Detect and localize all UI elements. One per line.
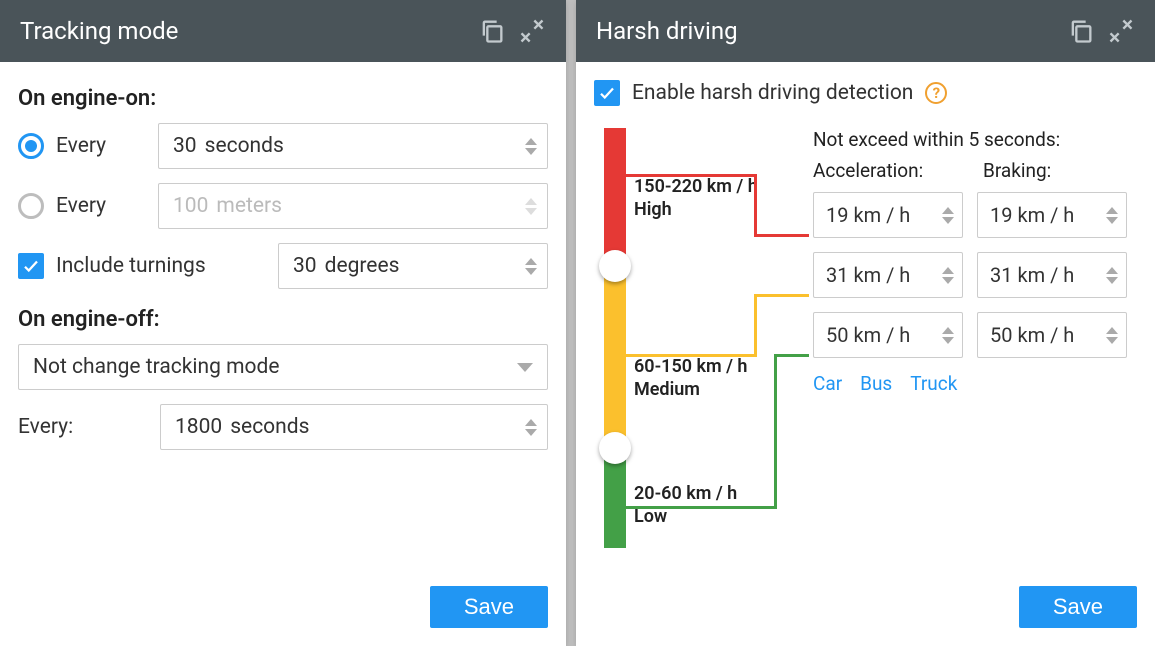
row-medium: 31 km / h 31 km / h xyxy=(813,252,1137,298)
tracking-title: Tracking mode xyxy=(20,17,466,45)
seconds-input[interactable]: 30 seconds xyxy=(158,123,548,169)
harsh-title: Harsh driving xyxy=(596,17,1055,45)
brake-medium-input[interactable]: 31 km / h xyxy=(977,252,1127,298)
copy-icon[interactable] xyxy=(478,17,506,45)
slider-seg-medium xyxy=(604,266,626,448)
meters-input: 100 meters xyxy=(158,183,548,229)
slider-handle-med-low[interactable] xyxy=(599,432,631,464)
harsh-save-button[interactable]: Save xyxy=(1019,586,1137,628)
connector-low-top xyxy=(626,506,776,509)
every-seconds-label: Every xyxy=(56,134,146,158)
accel-high-input[interactable]: 19 km / h xyxy=(813,192,963,238)
off-seconds-input[interactable]: 1800 seconds xyxy=(160,404,548,450)
connector-high-top xyxy=(626,174,756,177)
spinner-arrows-icon[interactable] xyxy=(525,138,537,155)
every-meters-label: Every xyxy=(56,194,146,218)
include-turnings-row: Include turnings 30 degrees xyxy=(18,243,548,289)
connector-med-r xyxy=(754,294,809,297)
harsh-footer: Save xyxy=(576,574,1155,646)
collapse-icon[interactable] xyxy=(518,17,546,45)
brake-low-input[interactable]: 50 km / h xyxy=(977,312,1127,358)
enable-harsh-checkbox[interactable] xyxy=(594,80,620,106)
engine-on-label: On engine-on: xyxy=(18,86,548,111)
engine-off-label: On engine-off: xyxy=(18,307,548,332)
engine-off-mode-row: Not change tracking mode xyxy=(18,344,548,390)
include-turnings-checkbox[interactable] xyxy=(18,253,44,279)
tracking-save-button[interactable]: Save xyxy=(430,586,548,628)
col-brake-label: Braking: xyxy=(983,159,1051,182)
spinner-arrows-icon[interactable] xyxy=(1106,267,1118,284)
accel-low-input[interactable]: 50 km / h xyxy=(813,312,963,358)
row-high: 19 km / h 19 km / h xyxy=(813,192,1137,238)
not-exceed-label: Not exceed within 5 seconds: xyxy=(813,128,1137,151)
range-high-label: 150-220 km / hHigh xyxy=(634,176,758,221)
fields-col: Not exceed within 5 seconds: Acceleratio… xyxy=(809,128,1137,548)
range-medium-label: 60-150 km / hMedium xyxy=(634,356,747,401)
connector-high-r xyxy=(754,234,809,237)
preset-truck-link[interactable]: Truck xyxy=(910,372,957,395)
spinner-arrows-icon[interactable] xyxy=(942,327,954,344)
engine-off-mode-select[interactable]: Not change tracking mode xyxy=(18,344,548,390)
row-low: 50 km / h 50 km / h xyxy=(813,312,1137,358)
brake-high-input[interactable]: 19 km / h xyxy=(977,192,1127,238)
preset-bus-link[interactable]: Bus xyxy=(860,372,892,395)
col-labels: Acceleration: Braking: xyxy=(813,159,1137,182)
copy-icon[interactable] xyxy=(1067,17,1095,45)
harsh-header: Harsh driving xyxy=(576,0,1155,62)
every-off-label: Every: xyxy=(18,415,148,439)
slider-seg-high xyxy=(604,128,626,266)
tracking-mode-panel: Tracking mode On engine-on: Every 30 sec… xyxy=(0,0,566,646)
radio-every-meters[interactable] xyxy=(18,193,44,219)
spinner-arrows-icon xyxy=(525,198,537,215)
chevron-down-icon xyxy=(517,363,533,372)
help-icon[interactable]: ? xyxy=(925,82,947,104)
interval-meters-row: Every 100 meters xyxy=(18,183,548,229)
spinner-arrows-icon[interactable] xyxy=(525,258,537,275)
accel-medium-input[interactable]: 31 km / h xyxy=(813,252,963,298)
tracking-body: On engine-on: Every 30 seconds Every 100… xyxy=(0,62,566,574)
collapse-icon[interactable] xyxy=(1107,17,1135,45)
enable-harsh-label: Enable harsh driving detection xyxy=(632,81,913,105)
slider-handle-high-med[interactable] xyxy=(599,250,631,282)
tracking-footer: Save xyxy=(0,574,566,646)
spinner-arrows-icon[interactable] xyxy=(942,267,954,284)
radio-every-seconds[interactable] xyxy=(18,133,44,159)
connector-high-v xyxy=(754,174,757,234)
tracking-header: Tracking mode xyxy=(0,0,566,62)
connector-low-v xyxy=(774,354,777,509)
connector-med-top xyxy=(626,354,756,357)
spinner-arrows-icon[interactable] xyxy=(525,419,537,436)
spinner-arrows-icon[interactable] xyxy=(1106,207,1118,224)
spinner-arrows-icon[interactable] xyxy=(942,207,954,224)
engine-off-interval-row: Every: 1800 seconds xyxy=(18,404,548,450)
enable-row: Enable harsh driving detection ? xyxy=(594,80,1137,106)
harsh-driving-panel: Harsh driving Enable harsh driving detec… xyxy=(576,0,1155,646)
connector-med-v xyxy=(754,294,757,357)
spinner-arrows-icon[interactable] xyxy=(1106,327,1118,344)
speed-slider: 150-220 km / hHigh 60-150 km / hMedium 2… xyxy=(594,128,809,548)
preset-car-link[interactable]: Car xyxy=(813,372,842,395)
col-accel-label: Acceleration: xyxy=(813,159,963,182)
degrees-input[interactable]: 30 degrees xyxy=(278,243,548,289)
preset-links: Car Bus Truck xyxy=(813,372,1137,395)
connector-low-r xyxy=(774,354,809,357)
harsh-area: 150-220 km / hHigh 60-150 km / hMedium 2… xyxy=(594,128,1137,548)
include-turnings-label: Include turnings xyxy=(56,254,266,278)
harsh-body: Enable harsh driving detection ? 150-220… xyxy=(576,62,1155,574)
interval-seconds-row: Every 30 seconds xyxy=(18,123,548,169)
